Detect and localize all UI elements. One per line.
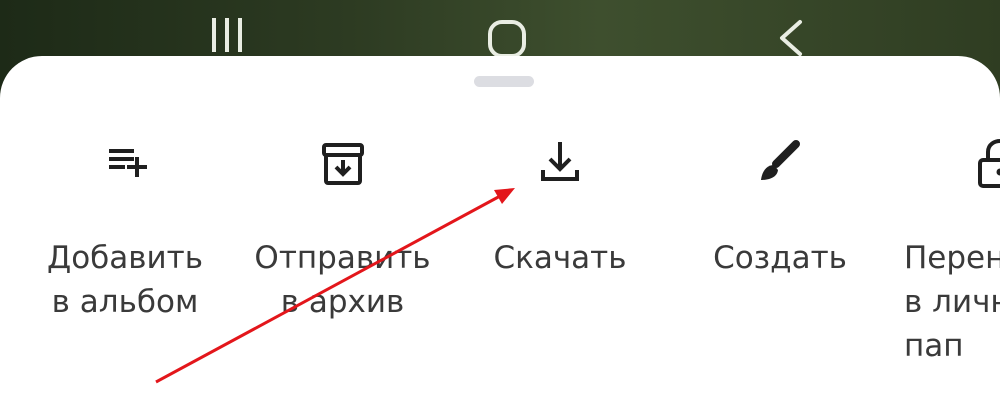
action-create[interactable]: Создать [690, 134, 870, 414]
action-move-to-private-folder[interactable]: Перен в личн пап [880, 134, 1000, 414]
brush-icon [750, 134, 810, 194]
lock-icon [970, 134, 1000, 194]
download-icon [530, 134, 590, 194]
bottom-sheet: Добавить в альбом Отправить в архив Скач… [0, 56, 1000, 418]
recents-icon [212, 18, 242, 52]
playlist-add-icon [95, 134, 155, 194]
drag-handle[interactable] [474, 76, 534, 87]
action-label: Перен в личн пап [904, 240, 1000, 364]
action-label: Создать [713, 240, 847, 276]
action-download[interactable]: Скачать [470, 134, 650, 414]
home-button[interactable] [468, 8, 548, 58]
system-navigation-bar [0, 0, 1000, 62]
recents-button[interactable] [188, 8, 268, 58]
archive-icon [313, 134, 373, 194]
action-label: Скачать [493, 240, 627, 276]
action-label: Добавить в альбом [46, 240, 204, 320]
action-add-to-album[interactable]: Добавить в альбом [30, 134, 220, 414]
action-send-to-archive[interactable]: Отправить в архив [240, 134, 445, 414]
action-label: Отправить в архив [254, 240, 431, 320]
back-button[interactable] [750, 8, 830, 58]
back-icon [780, 20, 802, 56]
home-icon [488, 20, 526, 58]
